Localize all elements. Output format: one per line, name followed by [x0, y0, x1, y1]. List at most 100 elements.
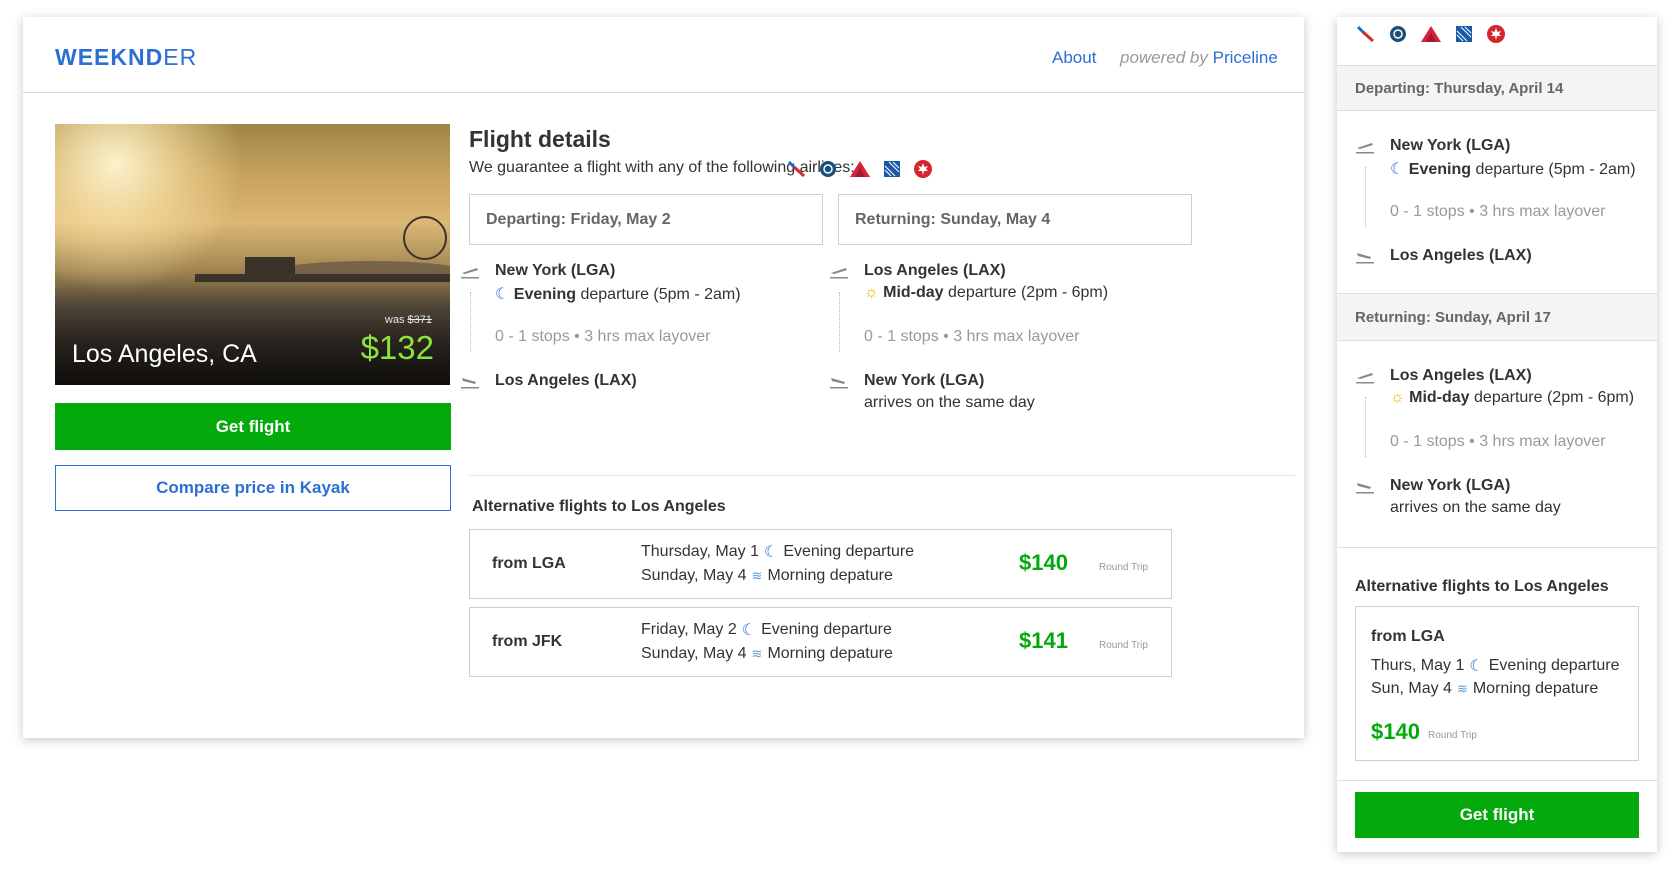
origin-city: Los Angeles (LAX): [864, 262, 1006, 279]
deal-price: $132: [360, 329, 434, 366]
stops-info: 0 - 1 stops • 3 hrs max layover: [864, 328, 1080, 345]
delta-icon: [1421, 26, 1441, 42]
alternative-flight-card[interactable]: from LGA Thurs, May 1 ☾ Evening departure …: [1355, 606, 1639, 761]
alaska-icon: [820, 161, 836, 177]
takeoff-icon: [461, 268, 479, 279]
sticky-footer: Get flight: [1337, 780, 1657, 852]
airline-logos: [1356, 24, 1506, 44]
departure-time-window: ☾ Evening departure (5pm - 2am): [1390, 159, 1636, 179]
route-connector: [1365, 167, 1366, 227]
alt-trip-type: Round Trip: [1099, 562, 1148, 573]
moon-icon: ☾: [495, 286, 510, 303]
sunrise-icon: ≋: [751, 646, 763, 661]
returning-date-header: Returning: Sunday, May 4: [838, 194, 1192, 245]
airline-logos: [787, 159, 933, 179]
alt-trip-type: Round Trip: [1099, 640, 1148, 651]
departure-time-window: ☼ Mid-day departure (2pm - 6pm): [1390, 389, 1634, 407]
destination-city: Los Angeles (LAX): [495, 372, 637, 389]
route-connector: [470, 292, 471, 352]
nav-about-link[interactable]: About: [1052, 48, 1096, 68]
alt-outbound: Friday, May 2 ☾ Evening departure: [641, 620, 892, 640]
united-icon: [884, 161, 900, 177]
alternatives-title: Alternative flights to Los Angeles: [472, 498, 726, 515]
alt-origin: from LGA: [492, 555, 566, 572]
destination-city: New York (LGA): [1390, 477, 1511, 494]
delta-icon: [850, 161, 870, 177]
priceline-link[interactable]: Priceline: [1213, 48, 1278, 67]
stops-info: 0 - 1 stops • 3 hrs max layover: [495, 328, 711, 345]
sunrise-icon: ≋: [751, 568, 763, 583]
alt-price: $141: [1019, 628, 1068, 653]
moon-icon: ☾: [763, 544, 779, 561]
stops-info: 0 - 1 stops • 3 hrs max layover: [1390, 203, 1606, 220]
destination-city: Los Angeles, CA: [72, 340, 257, 368]
returning-leg: Los Angeles (LAX) ☼ Mid-day departure (2…: [829, 262, 1189, 422]
alt-ret-date: Sunday, May 4: [641, 567, 747, 584]
route-connector: [1365, 397, 1366, 457]
takeoff-icon: [830, 268, 848, 279]
alt-trip-type: Round Trip: [1428, 730, 1477, 741]
stops-info: 0 - 1 stops • 3 hrs max layover: [1390, 433, 1606, 450]
alternative-flight-row[interactable]: from JFK Friday, May 2 ☾ Evening departure…: [469, 607, 1172, 677]
departure-period: Mid-day: [1409, 389, 1470, 406]
ferris-wheel-icon: [403, 216, 447, 260]
compare-kayak-button[interactable]: Compare price in Kayak: [55, 465, 451, 511]
logo-bold-text: WEEKND: [55, 44, 164, 70]
landing-icon: [1356, 483, 1374, 494]
alt-return: Sunday, May 4 ≋ Morning depature: [641, 567, 893, 585]
destination-hero-image: Los Angeles, CA was $371 $132: [55, 124, 450, 385]
alt-out-time: Evening departure: [1488, 657, 1620, 674]
powered-by: powered by Priceline: [1120, 48, 1278, 68]
alternative-flight-row[interactable]: from LGA Thursday, May 1 ☾ Evening departu…: [469, 529, 1172, 599]
origin-city: New York (LGA): [1390, 137, 1511, 154]
alt-ret-time: Morning depature: [1472, 680, 1599, 697]
alaska-icon: [1390, 26, 1406, 42]
departing-date-header: Departing: Friday, May 2: [469, 194, 823, 245]
arrival-note: arrives on the same day: [864, 394, 1035, 411]
site-logo[interactable]: WEEKNDER: [55, 44, 197, 71]
destination-city: Los Angeles (LAX): [1390, 247, 1532, 264]
alt-origin: from JFK: [492, 633, 563, 650]
site-header: WEEKNDER About powered by Priceline: [23, 17, 1304, 93]
american-airlines-icon: [787, 160, 806, 178]
main-card: WEEKNDER About powered by Priceline Los …: [23, 17, 1304, 738]
section-divider: [469, 475, 1295, 476]
alternatives-title: Alternative flights to Los Angeles: [1355, 578, 1609, 595]
pier-building: [245, 257, 295, 275]
takeoff-icon: [1356, 373, 1374, 384]
alt-price: $140: [1019, 550, 1068, 575]
alt-outbound: Thursday, May 1 ☾ Evening departure: [641, 542, 914, 562]
departure-period: Evening: [1408, 161, 1472, 178]
alt-out-time: Evening departure: [761, 621, 892, 638]
alt-out-date: Thurs, May 1: [1371, 657, 1465, 674]
moon-icon: ☾: [741, 622, 757, 639]
was-label: was: [384, 314, 408, 326]
get-flight-button[interactable]: Get flight: [1355, 792, 1639, 838]
sunset-glow: [55, 124, 245, 294]
departing-leg: New York (LGA) ☾ Evening departure (5pm …: [460, 262, 820, 402]
air-canada-icon: [1487, 25, 1505, 43]
american-airlines-icon: [1356, 25, 1375, 43]
alt-out-date: Thursday, May 1: [641, 543, 759, 560]
alt-return: Sun, May 4 ≋ Morning depature: [1371, 680, 1598, 698]
landing-icon: [1356, 253, 1374, 264]
departure-time-window: ☼ Mid-day departure (2pm - 6pm): [864, 284, 1108, 302]
departure-range: departure (2pm - 6pm): [943, 284, 1109, 301]
get-flight-button[interactable]: Get flight: [55, 403, 451, 450]
air-canada-icon: [914, 160, 932, 178]
moon-icon: ☾: [1469, 658, 1484, 675]
alt-origin: from LGA: [1371, 628, 1445, 645]
returning-date-header: Returning: Sunday, April 17: [1355, 309, 1551, 326]
route-connector: [839, 292, 840, 352]
sun-icon: ☼: [864, 284, 879, 301]
departure-period: Mid-day: [883, 284, 944, 301]
united-icon: [1456, 26, 1472, 42]
takeoff-icon: [1356, 143, 1374, 154]
sun-icon: ☼: [1390, 389, 1405, 406]
departure-range: departure (2pm - 6pm): [1469, 389, 1635, 406]
alt-ret-time: Morning depature: [767, 567, 893, 584]
alt-return: Sunday, May 4 ≋ Morning depature: [641, 645, 893, 663]
origin-city: Los Angeles (LAX): [1390, 367, 1532, 384]
mobile-card: Departing: Thursday, April 14 New York (…: [1337, 17, 1657, 852]
arrival-note: arrives on the same day: [1390, 499, 1561, 516]
